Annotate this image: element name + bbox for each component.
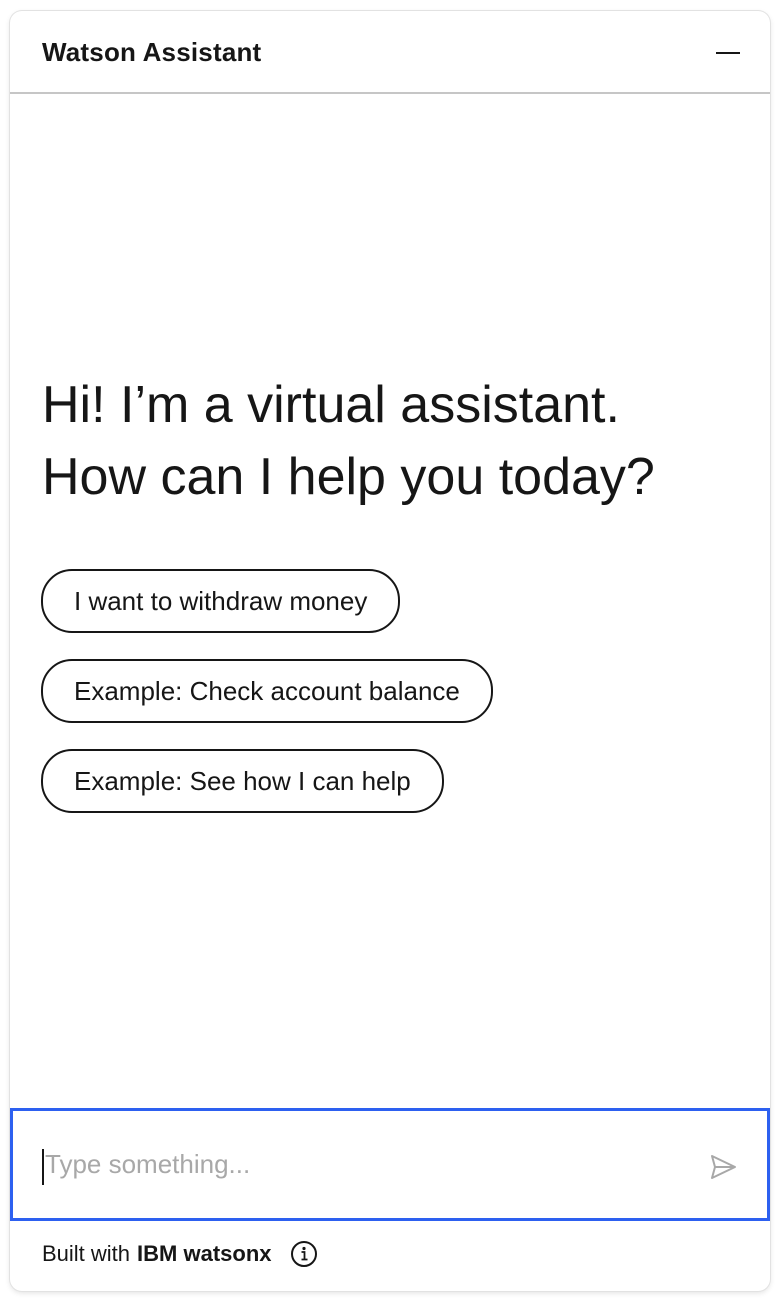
send-icon bbox=[711, 1155, 736, 1179]
text-cursor bbox=[42, 1149, 44, 1185]
message-input[interactable]: Type something... bbox=[45, 1149, 250, 1180]
chat-window: Watson Assistant Hi! I’m a virtual assis… bbox=[10, 11, 770, 1291]
welcome-line-1: Hi! I’m a virtual assistant. bbox=[42, 376, 620, 434]
chat-header: Watson Assistant bbox=[10, 11, 770, 94]
suggestion-withdraw-money[interactable]: I want to withdraw money bbox=[41, 569, 401, 633]
suggestion-check-balance[interactable]: Example: Check account balance bbox=[41, 659, 493, 723]
minimize-button[interactable] bbox=[708, 33, 748, 73]
suggestion-list: I want to withdraw money Example: Check … bbox=[41, 569, 493, 839]
footer-built-with: Built with bbox=[42, 1241, 131, 1266]
footer: Built with IBM watsonx bbox=[42, 1240, 318, 1268]
send-button[interactable] bbox=[707, 1151, 739, 1183]
info-icon[interactable] bbox=[290, 1240, 318, 1268]
message-input-bar[interactable]: Type something... bbox=[10, 1108, 770, 1221]
suggestion-see-how-i-can-help[interactable]: Example: See how I can help bbox=[41, 749, 444, 813]
minimize-icon bbox=[716, 52, 740, 54]
header-title: Watson Assistant bbox=[42, 37, 262, 67]
welcome-message: Hi! I’m a virtual assistant. How can I h… bbox=[42, 369, 742, 513]
footer-brand: IBM watsonx bbox=[137, 1241, 272, 1266]
welcome-line-2: How can I help you today? bbox=[42, 448, 655, 506]
